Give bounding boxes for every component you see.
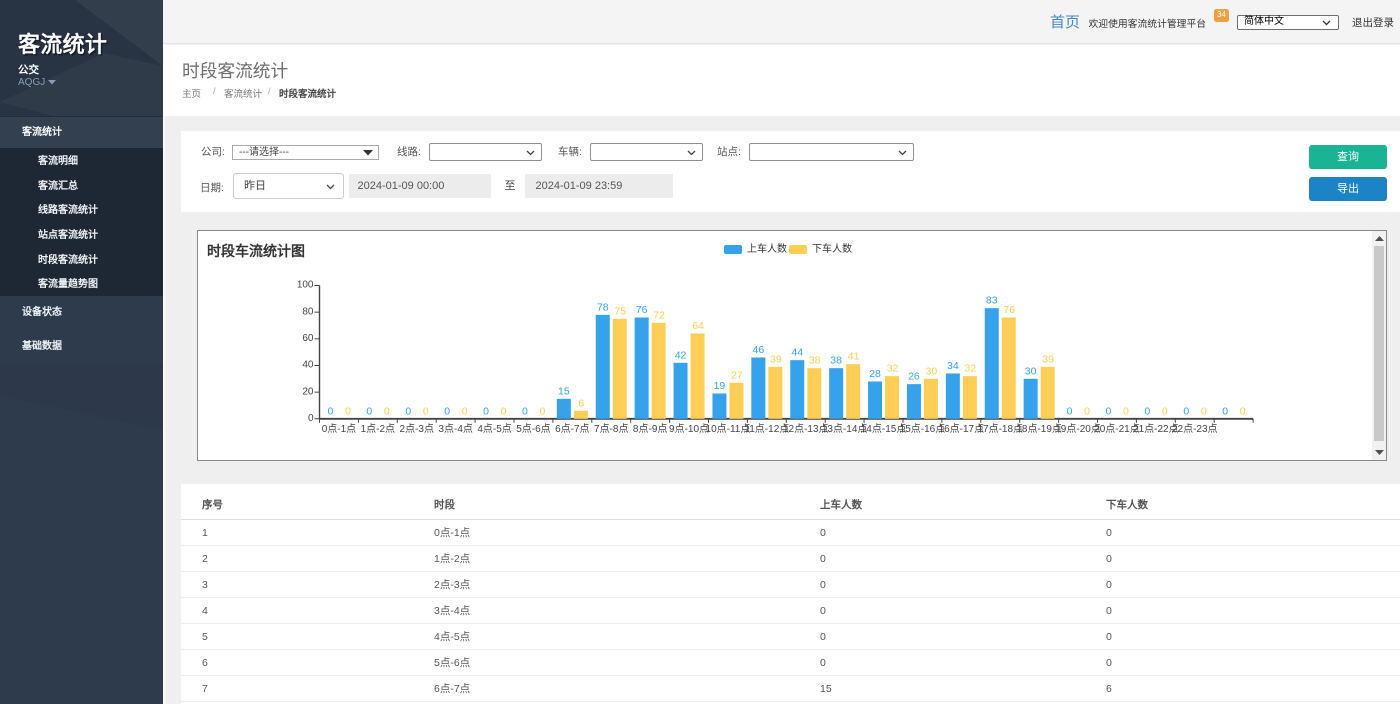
svg-text:39: 39 [770, 353, 782, 365]
svg-text:100: 100 [297, 279, 314, 290]
svg-text:32: 32 [887, 362, 899, 374]
svg-text:0: 0 [1144, 405, 1150, 417]
svg-text:76: 76 [636, 303, 648, 315]
svg-text:4点-5点: 4点-5点 [477, 423, 511, 435]
svg-text:2点-3点: 2点-3点 [400, 423, 434, 435]
svg-text:19: 19 [714, 379, 726, 391]
svg-text:0: 0 [308, 413, 314, 424]
svg-text:34: 34 [947, 359, 959, 371]
svg-text:0: 0 [522, 405, 528, 417]
svg-text:7点-8点: 7点-8点 [594, 423, 628, 435]
svg-text:0: 0 [1183, 405, 1189, 417]
svg-text:30: 30 [926, 365, 938, 377]
svg-text:0: 0 [328, 405, 334, 417]
svg-text:20: 20 [302, 386, 314, 397]
svg-text:38: 38 [830, 354, 842, 366]
svg-text:38: 38 [809, 354, 821, 366]
svg-text:28: 28 [869, 367, 881, 379]
svg-text:0: 0 [405, 405, 411, 417]
svg-text:0: 0 [1162, 405, 1168, 417]
svg-text:32: 32 [965, 362, 977, 374]
svg-text:75: 75 [614, 305, 626, 317]
svg-text:15: 15 [558, 385, 570, 397]
svg-text:72: 72 [653, 309, 665, 321]
svg-text:0: 0 [423, 405, 429, 417]
svg-text:0: 0 [540, 405, 546, 417]
svg-text:46: 46 [753, 343, 765, 355]
svg-text:0: 0 [444, 405, 450, 417]
svg-text:0: 0 [1106, 405, 1112, 417]
svg-text:27: 27 [731, 369, 743, 381]
svg-text:0: 0 [501, 405, 507, 417]
svg-text:0: 0 [1222, 405, 1228, 417]
svg-text:0: 0 [1201, 405, 1207, 417]
svg-text:0: 0 [1240, 405, 1246, 417]
svg-text:5点-6点: 5点-6点 [516, 423, 550, 435]
svg-text:0点-1点: 0点-1点 [322, 423, 356, 435]
svg-text:6点-7点: 6点-7点 [555, 423, 589, 435]
svg-text:0: 0 [483, 405, 489, 417]
svg-text:0: 0 [1067, 405, 1073, 417]
svg-text:3点-4点: 3点-4点 [438, 423, 472, 435]
svg-text:6: 6 [578, 397, 584, 409]
svg-text:78: 78 [597, 301, 609, 313]
svg-text:39: 39 [1042, 353, 1054, 365]
svg-text:9点-10点: 9点-10点 [669, 423, 709, 435]
svg-text:8点-9点: 8点-9点 [633, 423, 667, 435]
svg-text:0: 0 [462, 405, 468, 417]
svg-text:41: 41 [848, 350, 860, 362]
svg-text:0: 0 [366, 405, 372, 417]
svg-text:80: 80 [302, 306, 314, 317]
svg-text:0: 0 [1123, 405, 1129, 417]
svg-text:1点-2点: 1点-2点 [361, 423, 395, 435]
svg-text:0: 0 [345, 405, 351, 417]
svg-text:44: 44 [791, 346, 803, 358]
svg-text:22点-23点: 22点-23点 [1172, 423, 1218, 435]
svg-text:60: 60 [302, 333, 314, 344]
svg-text:64: 64 [692, 319, 704, 331]
svg-text:40: 40 [302, 359, 314, 370]
svg-text:0: 0 [384, 405, 390, 417]
svg-text:0: 0 [1084, 405, 1090, 417]
svg-text:83: 83 [986, 294, 998, 306]
svg-text:26: 26 [908, 370, 920, 382]
svg-text:30: 30 [1025, 365, 1037, 377]
svg-text:76: 76 [1003, 303, 1015, 315]
svg-text:42: 42 [675, 349, 687, 361]
